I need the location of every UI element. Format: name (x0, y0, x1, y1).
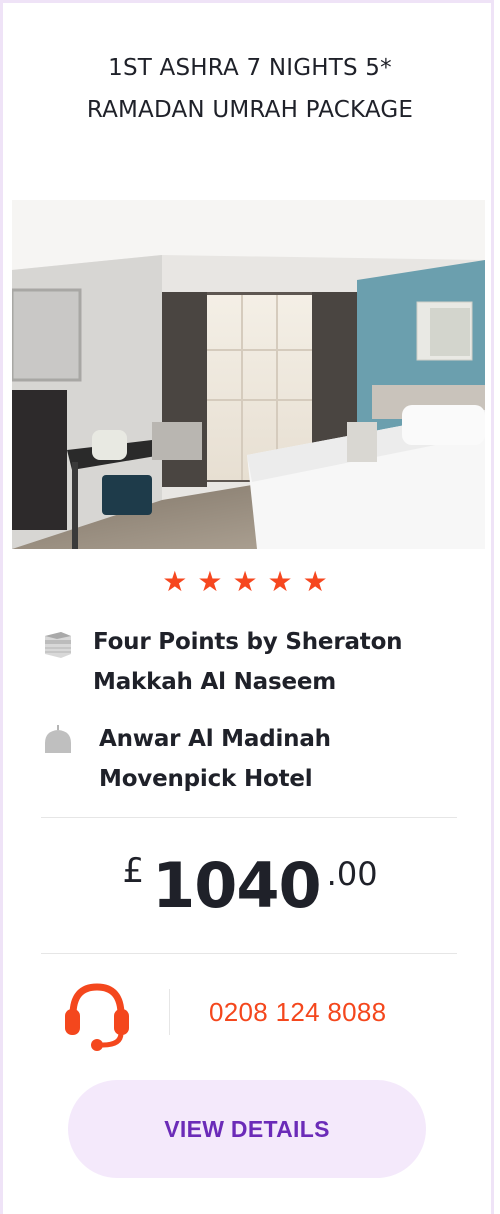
divider (41, 817, 457, 818)
kaaba-icon (41, 626, 75, 660)
headset-icon (61, 975, 133, 1053)
madinah-hotel-name: Anwar Al Madinah Movenpick Hotel (99, 726, 331, 792)
view-details-button[interactable]: VIEW DETAILS (68, 1080, 426, 1178)
package-title: 1ST ASHRA 7 NIGHTS 5* RAMADAN UMRAH PACK… (86, 55, 414, 123)
makkah-hotel-name: Four Points by Sheraton Makkah Al Naseem (93, 629, 403, 695)
divider (41, 953, 457, 954)
makkah-hotel: Four Points by Sheraton Makkah Al Naseem (41, 622, 443, 702)
price-currency: £ (122, 851, 145, 891)
madinah-hotel: Anwar Al Madinah Movenpick Hotel (41, 719, 449, 799)
vertical-divider (169, 989, 170, 1035)
package-card: 1ST ASHRA 7 NIGHTS 5* RAMADAN UMRAH PACK… (0, 0, 494, 1214)
price: £1040.00 (3, 849, 497, 929)
price-amount: 1040 (152, 849, 322, 922)
mosque-icon (41, 723, 75, 757)
star-rating: ★★★★★ (162, 565, 338, 598)
phone-number-link[interactable]: 0208 124 8088 (209, 993, 386, 1031)
price-cents: .00 (326, 855, 378, 893)
hotel-room-photo (12, 200, 485, 549)
